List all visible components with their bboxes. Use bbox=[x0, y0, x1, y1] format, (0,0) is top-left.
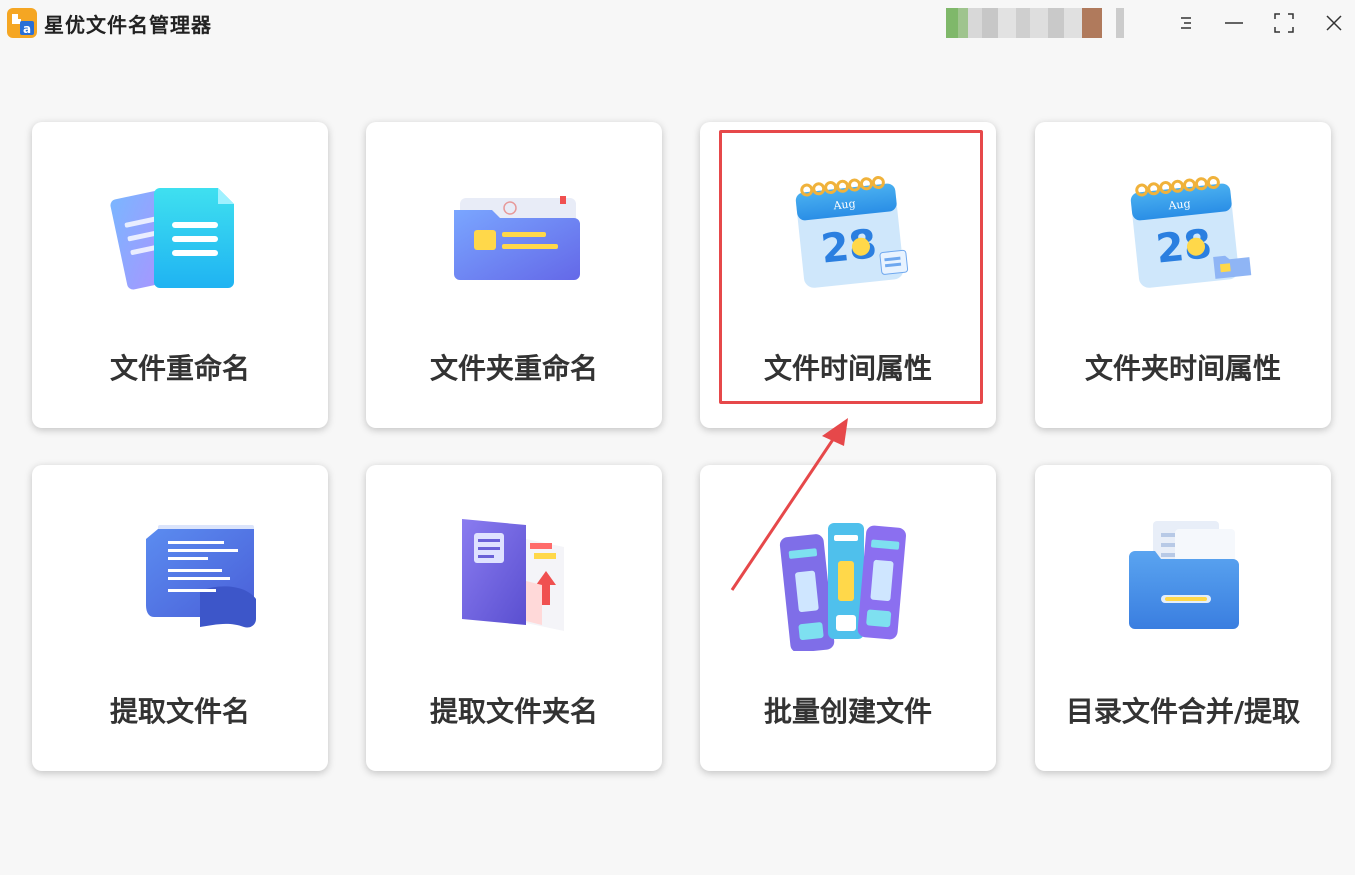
svg-text:28: 28 bbox=[1154, 221, 1214, 273]
file-rename-icon bbox=[110, 188, 234, 290]
scroll-document-icon bbox=[146, 525, 256, 628]
annotation-arrow-icon bbox=[730, 418, 848, 591]
app-logo-icon: a bbox=[7, 8, 37, 38]
svg-text:a: a bbox=[23, 22, 31, 36]
svg-text:Aug: Aug bbox=[1167, 197, 1191, 212]
card-label: 文件重命名 bbox=[109, 352, 250, 385]
file-rename-card[interactable]: 文件重命名 bbox=[32, 122, 328, 428]
directory-merge-extract-card[interactable]: 目录文件合并/提取 bbox=[1035, 465, 1331, 771]
card-label: 文件夹时间属性 bbox=[1084, 352, 1281, 385]
close-icon[interactable] bbox=[1321, 10, 1347, 36]
card-label: 提取文件名 bbox=[109, 695, 250, 728]
app-title: 星优文件名管理器 bbox=[44, 13, 212, 37]
card-label: 提取文件夹名 bbox=[429, 695, 598, 728]
extract-filename-card[interactable]: 提取文件名 bbox=[32, 465, 328, 771]
menu-icon[interactable] bbox=[1173, 10, 1199, 36]
card-label: 目录文件合并/提取 bbox=[1065, 695, 1301, 728]
minimize-icon[interactable] bbox=[1221, 10, 1247, 36]
user-avatar[interactable] bbox=[946, 8, 1152, 38]
calendar-folder-icon: Aug 28 bbox=[1130, 176, 1252, 288]
title-bar: a 星优文件名管理器 bbox=[0, 0, 1355, 44]
annotation-highlight-box bbox=[719, 130, 983, 404]
folder-rename-card[interactable]: 文件夹重命名 bbox=[366, 122, 662, 428]
card-label: 文件夹重命名 bbox=[429, 352, 598, 385]
extract-foldername-card[interactable]: 提取文件夹名 bbox=[366, 465, 662, 771]
folder-time-attributes-card[interactable]: Aug 28 文件夹时间属性 bbox=[1035, 122, 1331, 428]
card-label: 批量创建文件 bbox=[763, 695, 932, 728]
maximize-icon[interactable] bbox=[1271, 10, 1297, 36]
folder-upload-icon bbox=[462, 519, 564, 631]
file-drawer-icon bbox=[1129, 521, 1239, 629]
folder-rename-icon bbox=[454, 196, 580, 280]
